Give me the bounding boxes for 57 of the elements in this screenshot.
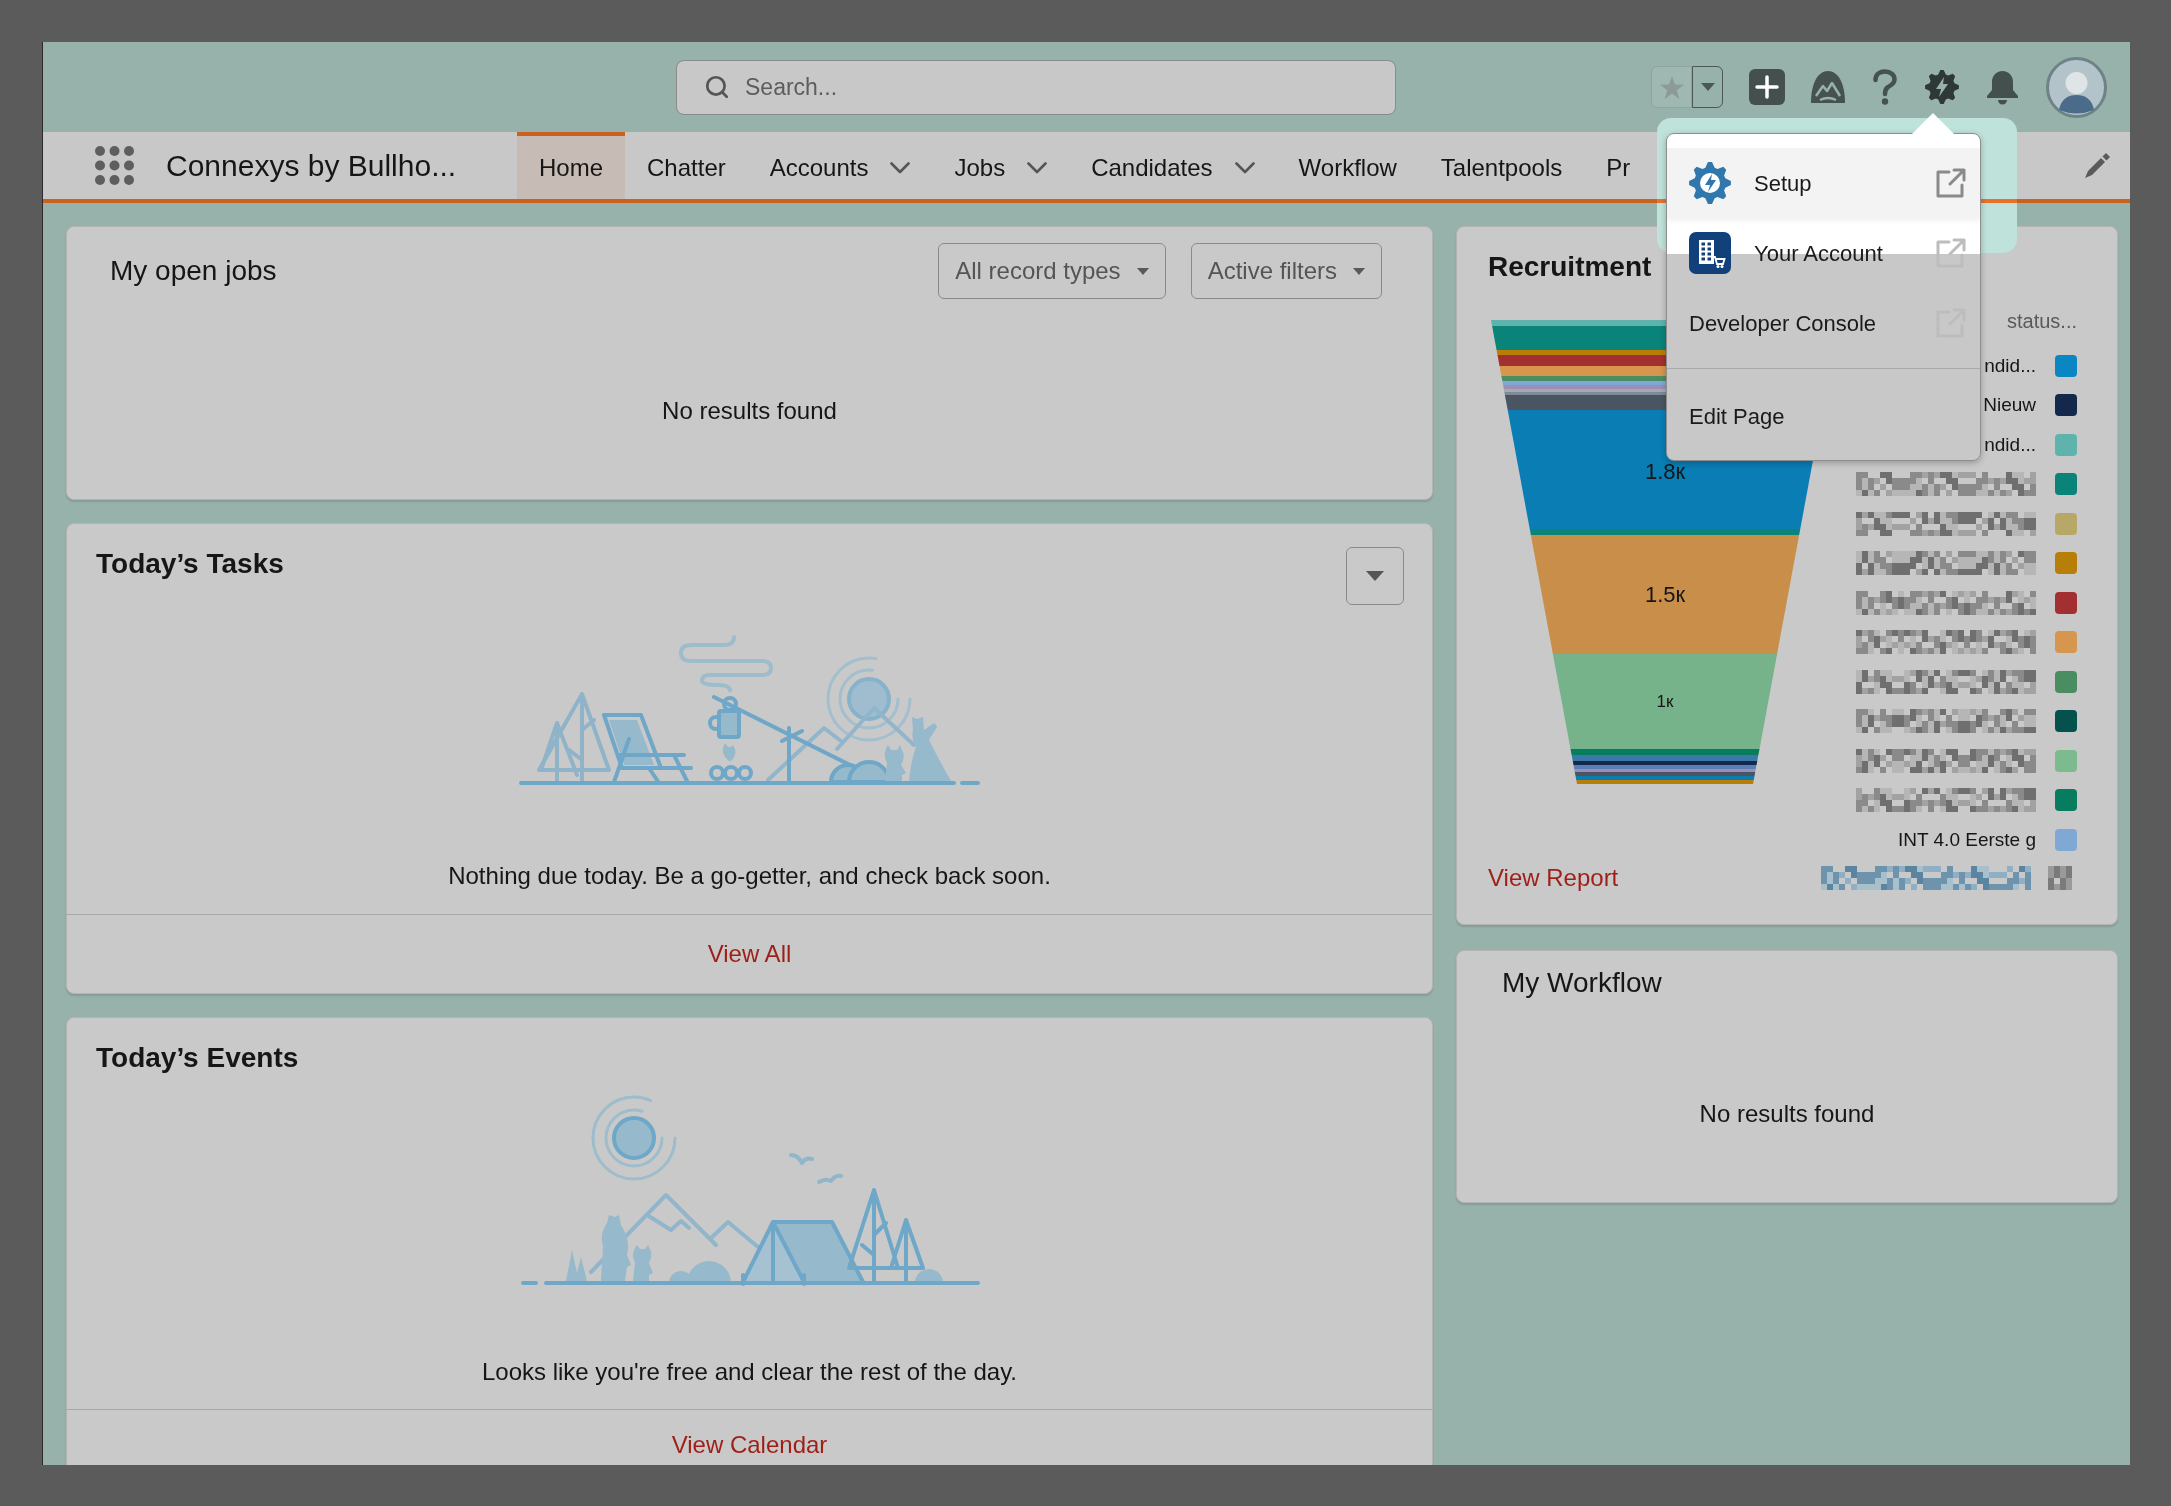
legend-label: ndid...: [1984, 354, 2036, 377]
caret-down-icon: [1136, 267, 1149, 275]
card-title: My open jobs: [110, 254, 277, 288]
card-title: Today’s Events: [96, 1041, 299, 1075]
app-name: Connexys by Bullho...: [166, 148, 457, 184]
empty-message: Looks like you're free and clear the rest of the day.: [481, 1357, 1018, 1387]
building-cart-icon: [1689, 232, 1731, 274]
star-icon: [1659, 75, 1684, 99]
avatar-icon[interactable]: [2046, 56, 2107, 118]
card-title: Recruitment: [1488, 250, 1652, 284]
empty-message: No results found: [1699, 1100, 1875, 1128]
empty-message: Nothing due today. Be a go-getter, and check back soon.: [448, 861, 1051, 891]
caret-down-icon: [1366, 571, 1384, 581]
bell-icon[interactable]: [1985, 69, 2020, 105]
caret-down-icon: [1700, 83, 1715, 91]
gear-icon: [1689, 162, 1731, 204]
card-title: Today’s Tasks: [96, 547, 284, 581]
empty-message: No results found: [662, 397, 837, 425]
nav-tab[interactable]: Jobs: [932, 132, 1070, 199]
filter-dropdown[interactable]: Active filters: [1190, 243, 1382, 299]
menu-item[interactable]: Edit Page: [1667, 381, 1980, 451]
view-calendar-link[interactable]: View Calendar: [671, 1431, 828, 1459]
legend-label: INT 4.0 Eerste g: [1898, 828, 2036, 851]
menu-item[interactable]: Your Account: [1667, 218, 1980, 288]
legend-label: ndid...: [1984, 433, 2036, 456]
menu-item[interactable]: Developer Console: [1667, 288, 1980, 358]
caret-down-icon: [1353, 267, 1365, 275]
favorites-menu-button[interactable]: [1692, 66, 1723, 108]
filter-dropdown[interactable]: All record types: [938, 243, 1166, 299]
view-all-link[interactable]: View All: [707, 940, 792, 968]
app-launcher-icon[interactable]: [95, 146, 134, 185]
blurred-link[interactable]: [1821, 866, 2031, 890]
blurred-icon: [2048, 866, 2072, 890]
pencil-icon[interactable]: [2085, 153, 2110, 178]
settings-icon[interactable]: [1925, 70, 1959, 104]
nav-tab[interactable]: Accounts: [747, 132, 933, 199]
nav-tab[interactable]: Home: [517, 132, 626, 199]
funnel-value-label: 1.5к: [1644, 582, 1686, 607]
search-field[interactable]: Search...: [676, 59, 1396, 115]
help-icon[interactable]: [1871, 69, 1899, 105]
funnel-value-label: 1.8к: [1644, 459, 1686, 484]
nav-tab[interactable]: Pr: [1584, 132, 1631, 199]
nav-tab[interactable]: Talentpools: [1418, 132, 1585, 199]
legend-title: status...: [2006, 309, 2077, 333]
mountain-dome-icon[interactable]: [1811, 71, 1845, 103]
funnel-value-label: 1к: [1656, 692, 1674, 711]
nav-tab[interactable]: Candidates: [1069, 132, 1277, 199]
menu-pointer-icon: [1912, 113, 1954, 134]
nav-tab[interactable]: Workflow: [1276, 132, 1419, 199]
menu-item[interactable]: Setup: [1667, 148, 1980, 218]
plus-icon[interactable]: [1749, 69, 1785, 105]
card-title: My Workflow: [1502, 966, 1662, 1000]
expand-button[interactable]: [1346, 547, 1404, 605]
legend-label: Nieuw: [1983, 394, 2036, 417]
view-report-link[interactable]: View Report: [1488, 864, 1619, 892]
nav-tab[interactable]: Chatter: [625, 132, 748, 199]
search-icon: [704, 73, 730, 100]
